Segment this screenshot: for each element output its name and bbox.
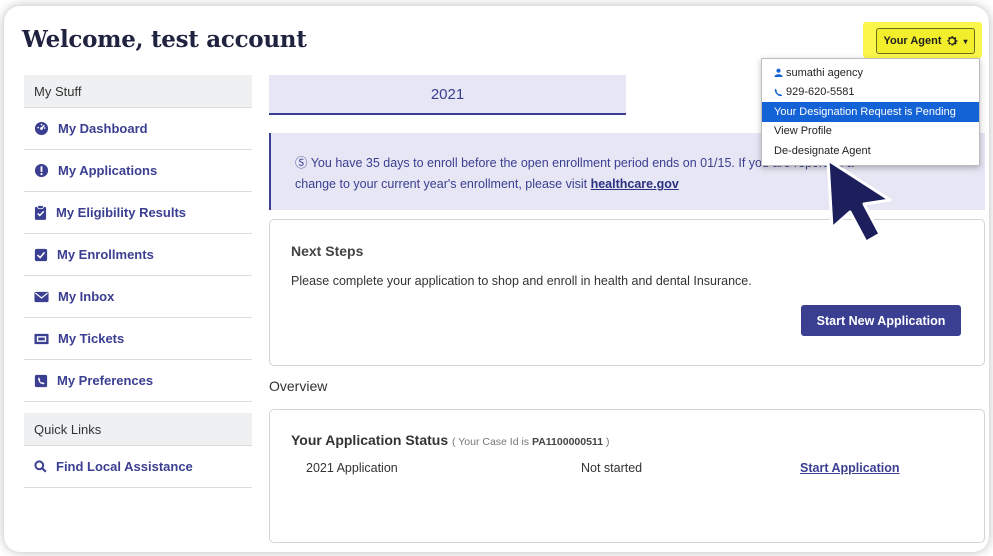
agent-phone-row: 929-620-5581 [762,83,979,103]
sidebar-item-label: My Inbox [58,289,115,304]
start-new-application-button[interactable]: Start New Application [801,305,961,336]
sidebar-item-label: My Preferences [57,373,154,388]
application-status-title: Your Application Status ( Your Case Id i… [291,432,609,448]
sidebar: My Stuff My Dashboard My Applications My… [24,75,252,488]
healthcare-gov-link[interactable]: healthcare.gov [591,177,679,191]
page-title: Welcome, test account [22,26,307,53]
agent-dropdown-menu: sumathi agency 929-620-5581 Your Designa… [761,58,980,166]
start-application-link[interactable]: Start Application [800,461,900,475]
preferences-icon [34,374,48,387]
sidebar-item-my-eligibility-results[interactable]: My Eligibility Results [24,192,252,234]
envelope-icon [34,291,49,302]
dashboard-icon [34,121,49,136]
sidebar-item-find-local-assistance[interactable]: Find Local Assistance [24,446,252,488]
pointer-arrow-icon [826,158,892,244]
menu-item-designation-pending[interactable]: Your Designation Request is Pending [762,102,979,122]
sidebar-item-my-dashboard[interactable]: My Dashboard [24,108,252,150]
sidebar-item-label: My Dashboard [58,121,148,136]
overview-heading: Overview [269,378,328,394]
agent-name: sumathi agency [786,66,864,79]
sidebar-item-my-preferences[interactable]: My Preferences [24,360,252,402]
gear-icon [946,36,958,46]
case-suffix: ) [603,436,610,448]
sidebar-item-my-tickets[interactable]: My Tickets [24,318,252,360]
sidebar-item-label: My Enrollments [57,247,154,262]
sidebar-item-label: Find Local Assistance [56,459,193,474]
application-status-card: Your Application Status ( Your Case Id i… [269,409,985,543]
your-agent-button[interactable]: Your Agent ▾ [876,28,975,54]
search-icon [34,460,47,473]
tab-2021[interactable]: 2021 [269,75,626,115]
ticket-icon [34,333,49,344]
chevron-down-icon: ▾ [963,36,968,46]
next-steps-text: Please complete your application to shop… [291,274,752,288]
sidebar-heading-quick-links: Quick Links [24,413,252,446]
app-window: Welcome, test account Your Agent ▾ My St… [4,6,989,552]
application-name: 2021 Application [306,461,398,475]
checkbox-icon [34,248,48,261]
sidebar-item-label: My Applications [58,163,158,178]
sidebar-item-label: My Eligibility Results [56,205,187,220]
agent-name-row: sumathi agency [762,63,979,83]
menu-item-view-profile[interactable]: View Profile [762,122,979,142]
notice-line-2-text: change to your current year's enrollment… [295,177,591,191]
sidebar-item-label: My Tickets [58,331,125,346]
phone-icon [774,88,783,96]
sidebar-item-my-inbox[interactable]: My Inbox [24,276,252,318]
status-title-text: Your Application Status [291,432,449,448]
your-agent-label: Your Agent [883,35,942,47]
info-icon [34,163,49,178]
case-id-note: ( Your Case Id is PA1100000511 ) [452,436,609,448]
sidebar-item-my-applications[interactable]: My Applications [24,150,252,192]
application-status: Not started [581,461,643,475]
case-prefix: ( Your Case Id is [452,436,532,448]
next-steps-title: Next Steps [291,243,364,259]
case-id: PA1100000511 [531,436,604,448]
agent-phone: 929-620-5581 [786,86,855,99]
user-icon [774,68,783,78]
sidebar-item-my-enrollments[interactable]: My Enrollments [24,234,252,276]
clipboard-check-icon [34,205,47,220]
sidebar-heading-my-stuff: My Stuff [24,75,252,108]
